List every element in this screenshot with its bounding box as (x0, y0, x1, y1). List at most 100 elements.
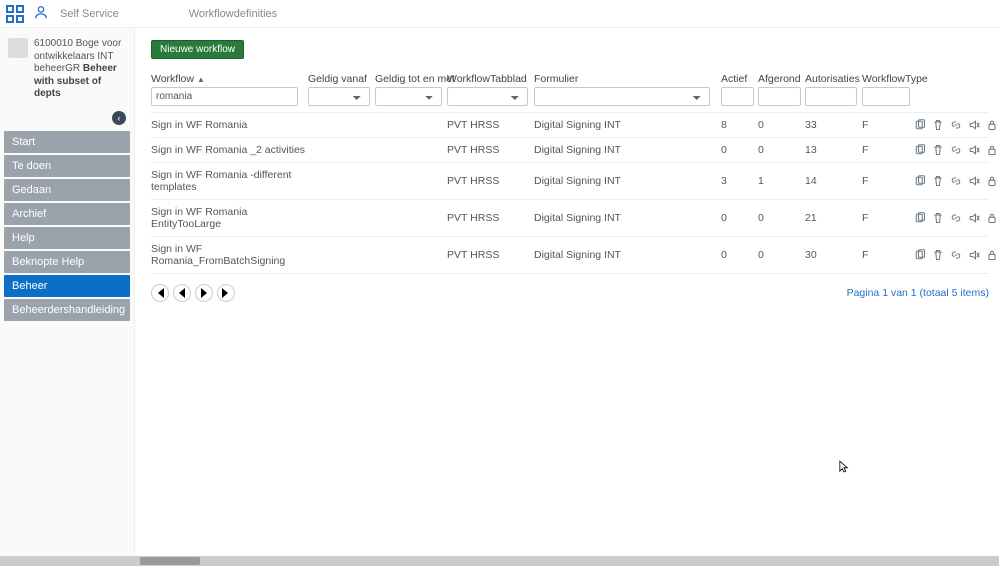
pager-prev[interactable] (173, 284, 191, 302)
user-line: 6100010 Boge voor (34, 38, 126, 51)
collapse-sidebar-button[interactable]: ‹ (112, 111, 126, 125)
cell: Sign in WF Romania (151, 119, 306, 131)
cell: Sign in WF Romania _2 activities (151, 144, 306, 156)
sidebar-item-start[interactable]: Start (4, 131, 130, 153)
link-icon[interactable] (950, 175, 962, 187)
cell: 0 (721, 144, 756, 156)
cell: PVT HRSS (447, 212, 532, 224)
table-row[interactable]: Sign in WF RomaniaPVT HRSSDigital Signin… (151, 112, 989, 138)
breadcrumb-page[interactable]: Workflowdefinities (189, 8, 277, 20)
sidebar-item-beheer[interactable]: Beheer (4, 275, 130, 297)
sidebar-item-beheerdershandleiding[interactable]: Beheerdershandleiding (4, 299, 130, 321)
cell: F (862, 144, 912, 156)
grid-filters (151, 87, 989, 106)
copy-icon[interactable] (914, 212, 926, 224)
breadcrumb-root[interactable]: Self Service (60, 8, 119, 20)
cell: Digital Signing INT (534, 119, 719, 131)
col-geldig-vanaf[interactable]: Geldig vanaf (308, 73, 373, 87)
user-context: 6100010 Boge voor ontwikkelaars INT behe… (0, 32, 134, 111)
filter-afgerond[interactable] (758, 87, 801, 106)
cell: F (862, 249, 912, 261)
cell: F (862, 175, 912, 187)
sort-asc-icon: ▲ (197, 75, 205, 84)
mute-icon[interactable] (968, 119, 980, 131)
filter-formulier[interactable] (534, 87, 710, 106)
table-row[interactable]: Sign in WF Romania EntityTooLargePVT HRS… (151, 200, 989, 237)
delete-icon[interactable] (932, 144, 944, 156)
delete-icon[interactable] (932, 175, 944, 187)
copy-icon[interactable] (914, 144, 926, 156)
cell: Sign in WF Romania -different templates (151, 169, 306, 193)
filter-tabblad[interactable] (447, 87, 528, 106)
delete-icon[interactable] (932, 119, 944, 131)
mute-icon[interactable] (968, 144, 980, 156)
col-formulier[interactable]: Formulier (534, 73, 719, 87)
lock-icon[interactable] (986, 175, 998, 187)
row-actions (914, 175, 999, 187)
col-actief[interactable]: Actief (721, 73, 756, 87)
breadcrumb: Self Service Workflowdefinities (60, 8, 277, 20)
sidebar-nav: StartTe doenGedaanArchiefHelpBeknopte He… (0, 131, 134, 321)
cell: 21 (805, 212, 860, 224)
cell: 3 (721, 175, 756, 187)
col-autorisaties[interactable]: Autorisaties (805, 73, 860, 87)
horizontal-scrollbar[interactable] (0, 556, 999, 566)
link-icon[interactable] (950, 119, 962, 131)
pager: Pagina 1 van 1 (totaal 5 items) (151, 284, 989, 302)
lock-icon[interactable] (986, 119, 998, 131)
new-workflow-button[interactable]: Nieuwe workflow (151, 40, 244, 59)
filter-actief[interactable] (721, 87, 754, 106)
cell: Digital Signing INT (534, 249, 719, 261)
copy-icon[interactable] (914, 119, 926, 131)
col-tabblad[interactable]: WorkflowTabblad (447, 73, 532, 87)
link-icon[interactable] (950, 212, 962, 224)
cell: 8 (721, 119, 756, 131)
scrollbar-thumb[interactable] (140, 557, 200, 565)
sidebar-item-beknopte-help[interactable]: Beknopte Help (4, 251, 130, 273)
copy-icon[interactable] (914, 249, 926, 261)
cell: PVT HRSS (447, 175, 532, 187)
cell: 13 (805, 144, 860, 156)
cell: 14 (805, 175, 860, 187)
topbar: Self Service Workflowdefinities (0, 0, 999, 28)
mute-icon[interactable] (968, 212, 980, 224)
filter-type[interactable] (862, 87, 910, 106)
col-afgerond[interactable]: Afgerond (758, 73, 803, 87)
mute-icon[interactable] (968, 249, 980, 261)
pager-first[interactable] (151, 284, 169, 302)
cell: 0 (758, 144, 803, 156)
table-row[interactable]: Sign in WF Romania_FromBatchSigningPVT H… (151, 237, 989, 274)
app-grid-icon[interactable] (6, 5, 24, 23)
col-geldig-tot[interactable]: Geldig tot en met (375, 73, 445, 87)
delete-icon[interactable] (932, 249, 944, 261)
row-actions (914, 249, 999, 261)
table-row[interactable]: Sign in WF Romania -different templates P… (151, 163, 989, 200)
link-icon[interactable] (950, 249, 962, 261)
sidebar-item-archief[interactable]: Archief (4, 203, 130, 225)
filter-autorisaties[interactable] (805, 87, 857, 106)
cell: 33 (805, 119, 860, 131)
lock-icon[interactable] (986, 249, 998, 261)
lock-icon[interactable] (986, 212, 998, 224)
delete-icon[interactable] (932, 212, 944, 224)
main-content: Nieuwe workflow Workflow▲ Geldig vanaf G… (135, 28, 999, 566)
table-row[interactable]: Sign in WF Romania _2 activitiesPVT HRSS… (151, 138, 989, 163)
sidebar-item-te-doen[interactable]: Te doen (4, 155, 130, 177)
avatar (8, 38, 28, 58)
pager-next[interactable] (195, 284, 213, 302)
pager-last[interactable] (217, 284, 235, 302)
col-workflow[interactable]: Workflow▲ (151, 73, 306, 87)
sidebar-item-gedaan[interactable]: Gedaan (4, 179, 130, 201)
filter-geldig-tot[interactable] (375, 87, 442, 106)
filter-workflow[interactable] (151, 87, 298, 106)
lock-icon[interactable] (986, 144, 998, 156)
cell: 0 (721, 212, 756, 224)
row-actions (914, 212, 999, 224)
mute-icon[interactable] (968, 175, 980, 187)
copy-icon[interactable] (914, 175, 926, 187)
col-type[interactable]: WorkflowType (862, 73, 912, 87)
sidebar-item-help[interactable]: Help (4, 227, 130, 249)
user-icon[interactable] (34, 5, 48, 22)
filter-geldig-vanaf[interactable] (308, 87, 370, 106)
link-icon[interactable] (950, 144, 962, 156)
